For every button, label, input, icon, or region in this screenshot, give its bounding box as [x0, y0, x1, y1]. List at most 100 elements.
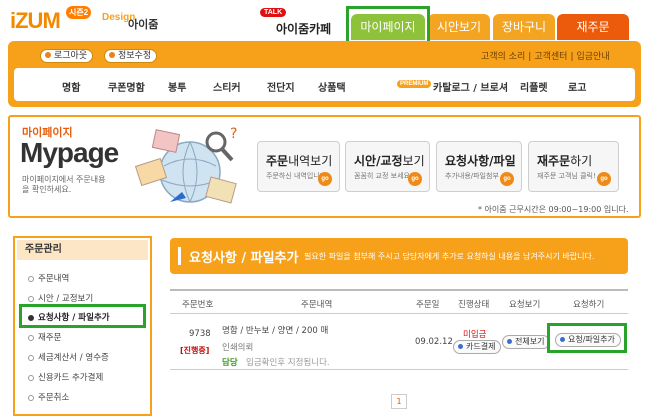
site-logo[interactable]: iZUM 시즌2 Design 아이줌 — [10, 6, 190, 36]
order-number: 9738 — [189, 329, 211, 339]
mypage-title-en: Mypage — [20, 137, 119, 168]
tab-proof-view[interactable]: 시안보기 — [428, 14, 490, 40]
order-item-note: 인쇄의뢰 — [222, 343, 254, 353]
link-payment-guide[interactable]: 입금안내 — [576, 52, 609, 62]
bullet-icon — [28, 394, 34, 401]
bullet-icon — [28, 354, 34, 361]
menu-item-business-card[interactable]: 명함 — [62, 79, 80, 94]
mypage-illustration: ? — [134, 122, 246, 214]
manager-value: 입금확인후 지정됩니다. — [246, 358, 330, 368]
menu-item-coupon-card[interactable]: 쿠폰명함 — [108, 79, 145, 94]
order-item-desc: 명함 / 반누보 / 양면 / 200 매 — [222, 326, 329, 336]
column-header-status: 진행상태 — [458, 300, 490, 310]
link-customer-voice[interactable]: 고객의 소리 — [481, 52, 525, 62]
order-history-title-sub: 내역보기 — [288, 154, 333, 168]
column-header-order-items: 주문내역 — [301, 300, 333, 310]
globe-documents-icon: ? — [134, 126, 237, 204]
sidebar-item-cancel-order[interactable]: 주문취소 — [28, 391, 69, 403]
sidebar-item-label: 재주문 — [38, 333, 62, 343]
bullet-icon — [28, 334, 34, 341]
table-header-row — [170, 289, 628, 314]
bullet-icon — [28, 374, 34, 381]
request-file-button[interactable]: 요청사항/파일 추가내용/파일첨부 go — [436, 141, 522, 192]
proof-view-title: 시안/교정 — [354, 154, 403, 168]
go-icon: go — [408, 172, 422, 186]
bullet-icon — [109, 52, 115, 58]
logout-label: 로그아웃 — [54, 51, 88, 61]
reorder-desc: 재주문 고객님 클릭! — [537, 172, 596, 180]
column-header-order-no: 주문번호 — [182, 300, 214, 310]
working-hours-note: * 아이줌 근무시간은 09:00~19:00 입니다. — [478, 205, 629, 214]
request-file-title: 요청사항/파일 — [445, 154, 516, 168]
order-history-title: 주문 — [266, 154, 289, 168]
link-customer-center[interactable]: 고객센터 — [534, 52, 567, 62]
request-file-desc: 추가내용/파일첨부 — [445, 172, 499, 180]
sidebar-item-tax-invoice[interactable]: 세금계산서 / 영수증 — [28, 351, 109, 363]
menu-item-catalog[interactable]: 카탈로그 / 브로셔 — [433, 79, 508, 94]
logo-name: 아이줌 — [128, 19, 159, 31]
panel-title: 요청사항 / 파일추가 — [189, 251, 299, 266]
tab-reorder[interactable]: 재주문 — [557, 14, 629, 40]
go-icon: go — [318, 172, 332, 186]
reorder-title-sub: 하기 — [570, 154, 593, 168]
edit-info-button[interactable]: 정보수정 — [104, 49, 158, 63]
reorder-button[interactable]: 재주문하기 재주문 고객님 클릭! go — [528, 141, 619, 192]
menu-item-leaflet[interactable]: 리플렛 — [520, 79, 548, 94]
proof-view-button[interactable]: 시안/교정보기 꼼꼼히 교정 보세요! go — [345, 141, 430, 192]
premium-badge: PREMIUM — [397, 80, 432, 88]
highlight-box-sidebar-item — [19, 304, 146, 328]
order-history-button[interactable]: 주문내역보기 주문하신 내역입니다 go — [257, 141, 340, 192]
bullet-icon — [458, 344, 463, 349]
bullet-icon — [45, 52, 51, 58]
highlight-box-add-request — [547, 323, 627, 353]
sidebar-item-label: 시안 / 교정보기 — [38, 294, 94, 304]
proof-view-title-sub: 보기 — [402, 154, 425, 168]
go-icon: go — [500, 172, 514, 186]
menu-item-sticker[interactable]: 스티커 — [213, 79, 241, 94]
menu-item-envelope[interactable]: 봉투 — [168, 79, 186, 94]
sidebar-item-reorder[interactable]: 재주문 — [28, 331, 61, 343]
reorder-title: 재주문 — [537, 154, 571, 168]
cafe-name: 아이줌카페 — [276, 22, 332, 36]
edit-info-label: 정보수정 — [118, 51, 152, 61]
sidebar-item-card-payment[interactable]: 신용카드 추가결제 — [28, 371, 103, 383]
highlight-box-mypage-tab — [346, 6, 430, 44]
sidebar-title: 주문관리 — [17, 240, 148, 260]
sidebar-item-label: 주문내역 — [38, 274, 70, 284]
status-badge: [진행중] — [180, 346, 210, 355]
menu-item-tag[interactable]: 상품택 — [318, 79, 346, 94]
logo-brand: iZUM — [10, 8, 61, 33]
panel-description: 필요한 파일을 첨부해 주시고 담당자에게 추가로 요청하실 내용을 남겨주시기… — [304, 252, 595, 261]
mypage-description: 마이페이지에서 주문내용을 확인하세요. — [22, 175, 106, 194]
column-header-order-date: 주문일 — [416, 300, 440, 310]
proof-view-desc: 꼼꼼히 교정 보세요! — [354, 172, 413, 180]
cafe-link[interactable]: TALK 아이줌카페 — [256, 8, 336, 36]
view-all-button[interactable]: 전체보기 — [502, 335, 551, 349]
payment-state: 미입금 — [463, 330, 487, 340]
menu-item-logo[interactable]: 로고 — [568, 79, 586, 94]
bullet-icon — [507, 339, 512, 344]
top-links: 고객의 소리 | 고객센터 | 입금안내 — [481, 52, 610, 62]
panel-header-bar — [178, 247, 181, 265]
sidebar-item-proof[interactable]: 시안 / 교정보기 — [28, 292, 93, 304]
sidebar-item-order-history[interactable]: 주문내역 — [28, 272, 69, 284]
manager-label: 담당 — [222, 358, 238, 368]
bullet-icon — [28, 295, 34, 302]
pagination-current-page[interactable]: 1 — [391, 394, 407, 409]
sidebar-item-label: 주문취소 — [38, 393, 70, 403]
bullet-icon — [28, 275, 34, 282]
tab-cart[interactable]: 장바구니 — [493, 14, 555, 40]
card-payment-label: 카드결제 — [466, 342, 496, 351]
logout-button[interactable]: 로그아웃 — [40, 49, 94, 63]
svg-text:?: ? — [230, 126, 237, 142]
view-all-label: 전체보기 — [515, 337, 545, 346]
talk-badge: TALK — [260, 8, 287, 17]
logo-season-badge: 시즌2 — [66, 6, 92, 19]
menu-item-flyer[interactable]: 전단지 — [267, 79, 295, 94]
column-header-make-request: 요청하기 — [573, 300, 605, 310]
card-payment-button[interactable]: 카드결제 — [453, 340, 502, 354]
sidebar-item-label: 세금계산서 / 영수증 — [38, 353, 109, 363]
go-icon: go — [597, 172, 611, 186]
order-date: 09.02.12 — [415, 337, 453, 347]
sidebar-item-label: 신용카드 추가결제 — [38, 373, 104, 383]
